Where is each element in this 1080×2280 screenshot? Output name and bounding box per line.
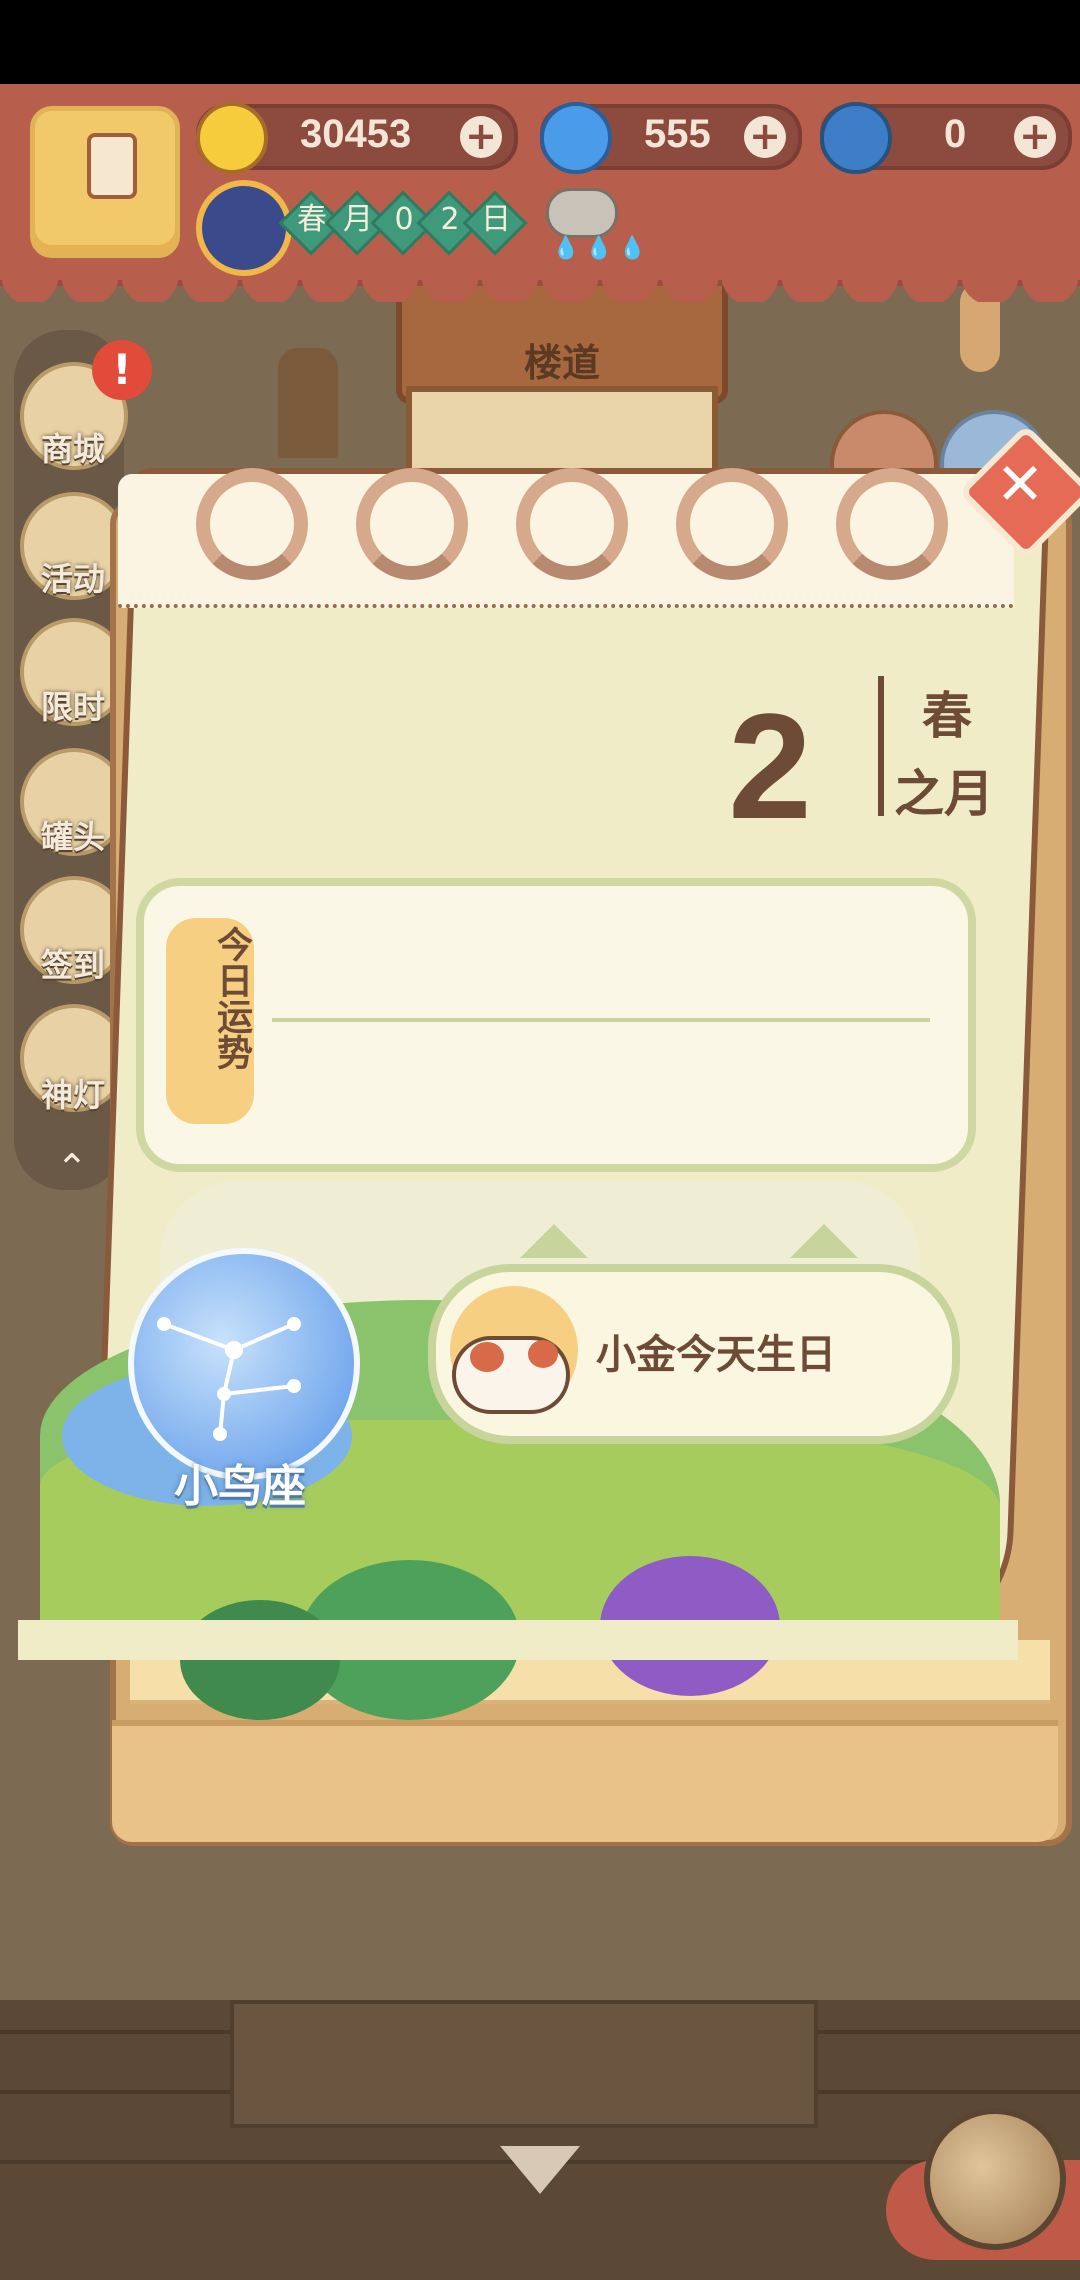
player-avatar[interactable]: [30, 106, 180, 258]
calendar-month-suffix: 之月: [894, 765, 994, 823]
lamp: [278, 348, 338, 458]
daily-fortune-box: [136, 878, 976, 1172]
close-icon[interactable]: ✕: [972, 436, 1068, 532]
add-banana-button[interactable]: +: [460, 116, 502, 158]
blue-banana-icon: [820, 102, 892, 174]
cat-spot-icon: [528, 1340, 558, 1368]
corridor-sign-label: 楼道: [523, 341, 600, 385]
add-gem-button[interactable]: +: [744, 116, 786, 158]
birthday-text: 小金今天生日: [596, 1332, 836, 1378]
yarn-ball-icon[interactable]: [924, 2108, 1066, 2250]
banana-counter: 30453 +: [196, 102, 518, 174]
binder-ring-icon: [356, 468, 468, 580]
golden-banana-counter: 0 +: [820, 102, 1072, 174]
raindrops-icon: 💧💧💧: [552, 236, 653, 261]
bubble-ear-icon: [520, 1224, 588, 1258]
banana-icon: [196, 102, 268, 174]
blue-flame-icon: [540, 102, 612, 174]
fortune-label: 今日运势: [211, 926, 252, 1070]
side-item-shop[interactable]: 商城: [18, 424, 128, 470]
date-divider: [878, 676, 884, 816]
calendar-base: [112, 1720, 1058, 1842]
gem-count: 555: [644, 112, 711, 156]
rain-cloud-icon: [546, 188, 618, 238]
fortune-text-line: [272, 1018, 930, 1022]
constellation-name: 小鸟座: [174, 1461, 306, 1512]
add-golden-banana-button[interactable]: +: [1014, 116, 1056, 158]
date-display: 春 月 0 2 日: [276, 190, 528, 256]
calendar-season: 春: [922, 687, 972, 745]
bush-decoration: [180, 1600, 340, 1720]
stairs: [230, 2000, 818, 2128]
binder-ring-icon: [516, 468, 628, 580]
calendar-day-number: 2: [728, 682, 812, 850]
date-day-word: 日: [481, 202, 511, 237]
constellation-badge[interactable]: [128, 1248, 360, 1480]
binder-ring-icon: [676, 468, 788, 580]
golden-banana-count: 0: [944, 112, 967, 156]
cat-spot-icon: [470, 1342, 504, 1372]
constellation-stars-icon: [157, 1317, 301, 1441]
alert-badge-icon: !: [92, 340, 152, 400]
gem-counter: 555 +: [540, 102, 802, 174]
chevron-up-icon[interactable]: ⌃: [56, 1146, 88, 1190]
banana-count: 30453: [300, 112, 412, 156]
status-bar: [0, 0, 1080, 84]
avatar-face-icon: [87, 133, 137, 199]
bubble-ear-icon: [790, 1224, 858, 1258]
binder-ring-icon: [836, 468, 948, 580]
binder-ring-icon: [196, 468, 308, 580]
page-bottom-fold: [18, 1620, 1018, 1660]
collapse-down-icon[interactable]: [500, 2146, 580, 2194]
